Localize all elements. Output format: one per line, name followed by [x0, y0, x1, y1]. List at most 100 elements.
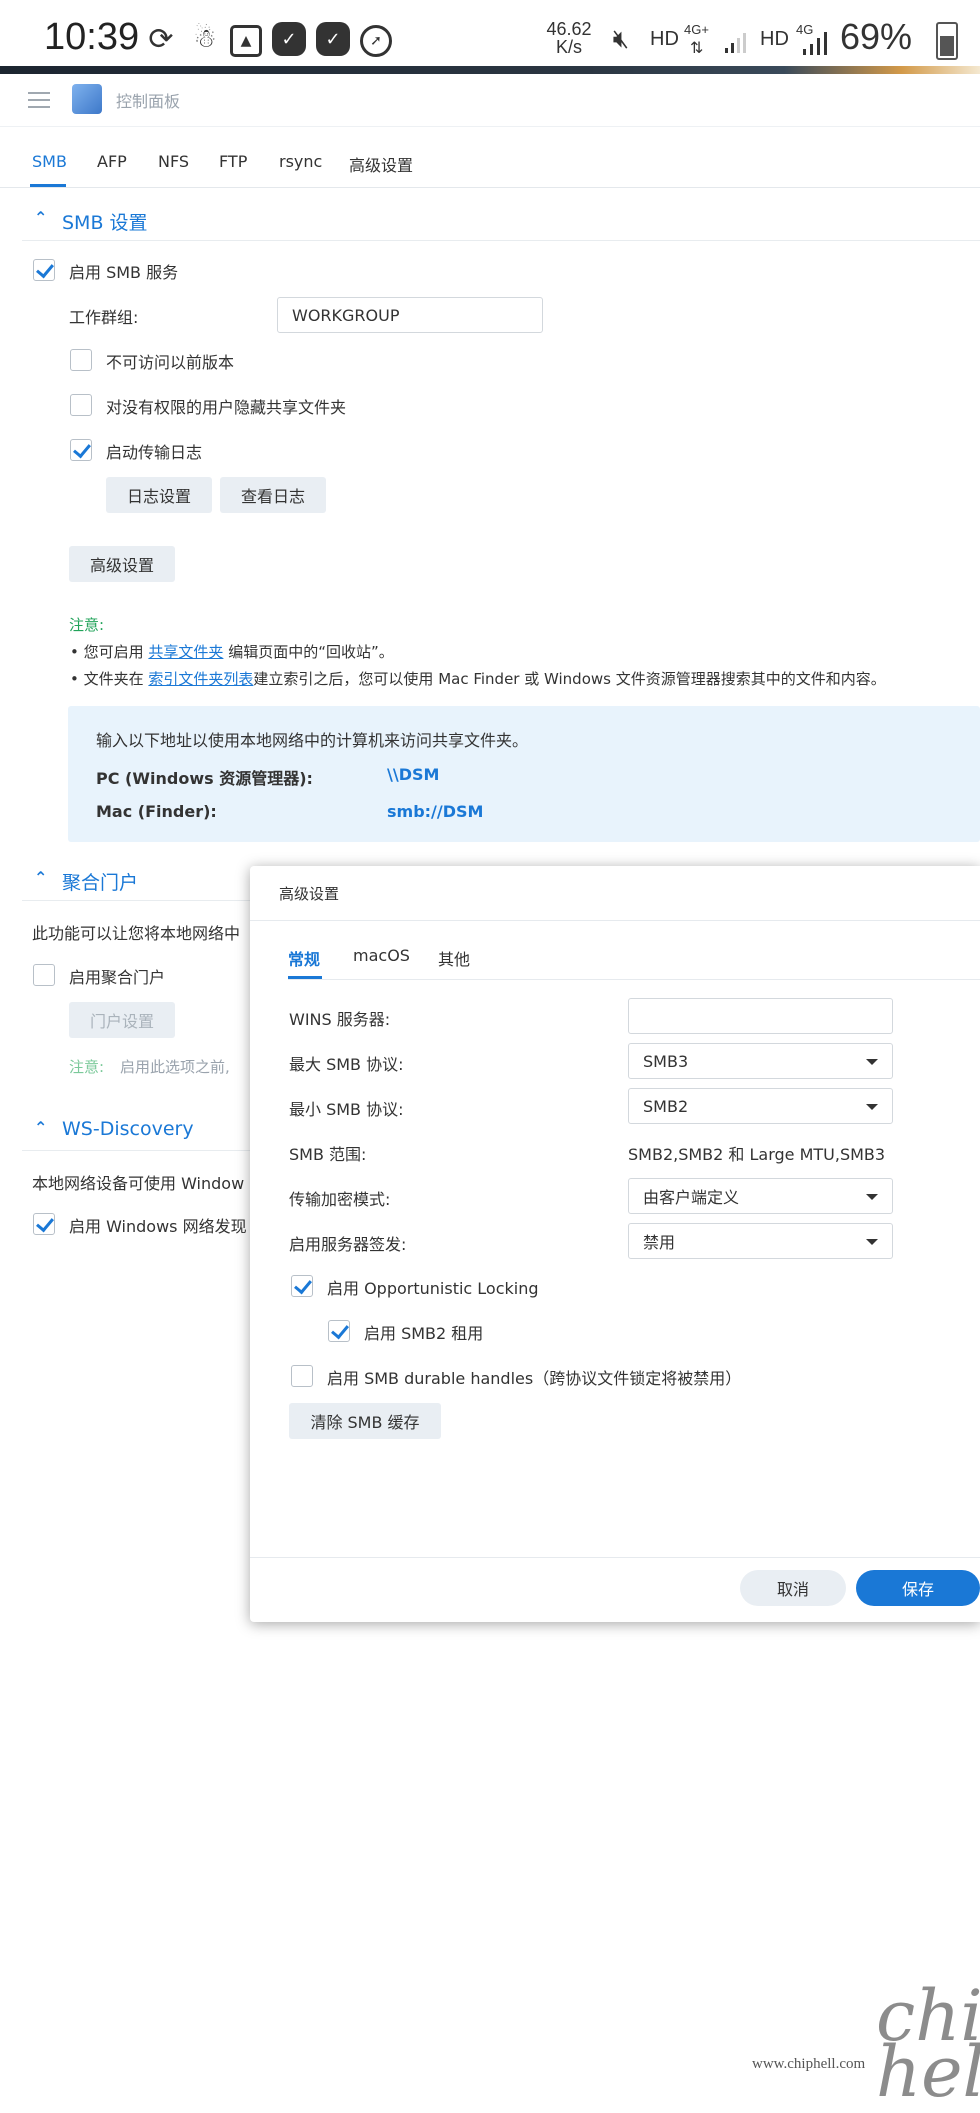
max-smb-select[interactable]: SMB3	[628, 1043, 893, 1079]
index-folder-list-link[interactable]: 索引文件夹列表	[148, 670, 253, 688]
chevron-up-icon-wsd[interactable]: ⌃	[34, 1118, 47, 1137]
shared-folder-link[interactable]: 共享文件夹	[148, 643, 223, 661]
mac-path: smb://DSM	[387, 802, 484, 821]
note-line-2: • 文件夹在 索引文件夹列表建立索引之后，您可以使用 Mac Finder 或 …	[70, 668, 886, 689]
enable-smb-checkbox[interactable]	[33, 259, 55, 281]
chevron-down-icon	[866, 1059, 878, 1065]
smb2-lease-label: 启用 SMB2 租用	[364, 1324, 484, 1343]
dialog-tab-general[interactable]: 常规	[288, 946, 320, 970]
workgroup-input[interactable]: WORKGROUP	[277, 297, 543, 333]
wsd-section-title[interactable]: WS-Discovery	[62, 1118, 194, 1140]
mute-icon: 🔇︎	[612, 23, 630, 54]
pc-path: \\DSM	[387, 765, 440, 784]
smb-range-label: SMB 范围:	[289, 1145, 367, 1164]
min-smb-value: SMB2	[643, 1096, 689, 1116]
hide-shares-label: 对没有权限的用户隐藏共享文件夹	[106, 398, 347, 417]
battery-percent: 69%	[840, 16, 913, 57]
chevron-up-icon[interactable]: ⌃	[34, 208, 47, 227]
portal-settings-button[interactable]: 门户设置	[69, 1002, 175, 1038]
gallery-icon: ▲	[230, 25, 262, 57]
clear-smb-cache-button[interactable]: 清除 SMB 缓存	[289, 1403, 441, 1439]
dialog-tab-other[interactable]: 其他	[438, 946, 470, 970]
signal-icon-2	[802, 30, 830, 56]
enable-wsd-label: 启用 Windows 网络发现	[69, 1217, 247, 1236]
watermark-logo: chiphell	[876, 1975, 980, 2113]
menu-icon[interactable]	[28, 92, 50, 108]
transfer-log-checkbox[interactable]	[70, 439, 92, 461]
dialog-tabs-divider	[288, 979, 980, 980]
min-smb-select[interactable]: SMB2	[628, 1088, 893, 1124]
portal-section-title[interactable]: 聚合门户	[62, 868, 138, 895]
dialog-tab-macos[interactable]: macOS	[353, 946, 410, 965]
oplock-label: 启用 Opportunistic Locking	[327, 1279, 539, 1298]
access-info-text: 输入以下地址以使用本地网络中的计算机来访问共享文件夹。	[96, 731, 529, 750]
tab-nfs[interactable]: NFS	[158, 152, 189, 171]
enable-smb-label: 启用 SMB 服务	[69, 263, 179, 282]
wins-server-input[interactable]	[628, 998, 893, 1034]
chevron-down-icon	[866, 1194, 878, 1200]
min-smb-label: 最小 SMB 协议:	[289, 1100, 404, 1119]
cancel-button[interactable]: 取消	[740, 1570, 846, 1606]
chevron-down-icon	[866, 1104, 878, 1110]
note1-prefix: • 您可启用	[70, 643, 144, 661]
signal-icon	[724, 30, 748, 54]
tab-smb[interactable]: SMB	[32, 152, 67, 171]
dialog-title: 高级设置	[279, 885, 340, 903]
note-line-1: • 您可启用 共享文件夹 编辑页面中的“回收站”。	[70, 641, 394, 662]
pc-label: PC (Windows 资源管理器):	[96, 769, 313, 788]
tab-rsync[interactable]: rsync	[279, 152, 322, 171]
view-log-button[interactable]: 查看日志	[220, 477, 326, 513]
enable-wsd-checkbox[interactable]	[33, 1213, 55, 1235]
section-divider	[22, 240, 980, 241]
task-check-icon: ✓	[272, 22, 306, 56]
smb2-lease-checkbox[interactable]	[328, 1320, 350, 1342]
tabs-divider	[0, 187, 980, 188]
tab-afp[interactable]: AFP	[97, 152, 127, 171]
server-signing-select[interactable]: 禁用	[628, 1223, 893, 1259]
net-speed-value: 46.62	[546, 19, 592, 39]
note2-prefix: • 文件夹在	[70, 670, 144, 688]
wallpaper-strip	[0, 66, 980, 74]
hd-badge-2: HD	[760, 28, 789, 50]
network-type: 4G+	[684, 22, 709, 37]
control-panel-icon	[72, 84, 102, 114]
chevron-up-icon-portal[interactable]: ⌃	[34, 868, 47, 887]
oplock-checkbox[interactable]	[291, 1275, 313, 1297]
workgroup-label: 工作群组:	[69, 308, 139, 327]
max-smb-label: 最大 SMB 协议:	[289, 1055, 404, 1074]
durable-handles-label: 启用 SMB durable handles（跨协议文件锁定将被禁用）	[327, 1369, 742, 1388]
wins-label: WINS 服务器:	[289, 1010, 391, 1029]
log-settings-button[interactable]: 日志设置	[106, 477, 212, 513]
net-speed-unit: K/s	[555, 37, 582, 57]
task-check-icon-2: ✓	[316, 22, 350, 56]
section-divider-portal	[22, 900, 252, 901]
portal-note-text: 启用此选项之前,	[120, 1058, 230, 1076]
encrypt-mode-select[interactable]: 由客户端定义	[628, 1178, 893, 1214]
durable-handles-checkbox[interactable]	[291, 1365, 313, 1387]
enable-portal-label: 启用聚合门户	[69, 968, 166, 987]
save-button[interactable]: 保存	[856, 1570, 980, 1606]
encrypt-mode-value: 由客户端定义	[643, 1188, 740, 1207]
advanced-settings-button[interactable]: 高级设置	[69, 546, 175, 582]
tab-advanced[interactable]: 高级设置	[349, 152, 413, 176]
dialog-header-divider	[250, 920, 980, 921]
tab-ftp[interactable]: FTP	[219, 152, 247, 171]
app-title: 控制面板	[116, 92, 181, 111]
app-notification-icon: ☃	[193, 24, 217, 54]
hide-shares-checkbox[interactable]	[70, 394, 92, 416]
chevron-down-icon	[866, 1239, 878, 1245]
transfer-log-label: 启动传输日志	[106, 443, 203, 462]
no-prev-versions-checkbox[interactable]	[70, 349, 92, 371]
battery-icon	[936, 22, 958, 60]
smb-section-title[interactable]: SMB 设置	[62, 208, 148, 235]
net-speed: 46.62 K/s	[546, 20, 592, 56]
status-clock: 10:39	[44, 16, 140, 58]
note2-suffix: 建立索引之后，您可以使用 Mac Finder 或 Windows 文件资源管理…	[253, 670, 886, 688]
dialog-footer-divider	[250, 1557, 980, 1558]
server-signing-label: 启用服务器签发:	[289, 1235, 407, 1254]
enable-portal-checkbox[interactable]	[33, 964, 55, 986]
speed-gauge-icon: ➚	[360, 25, 392, 57]
note-title: 注意:	[69, 616, 105, 634]
portal-description: 此功能可以让您将本地网络中	[32, 924, 241, 943]
server-signing-value: 禁用	[643, 1233, 676, 1252]
